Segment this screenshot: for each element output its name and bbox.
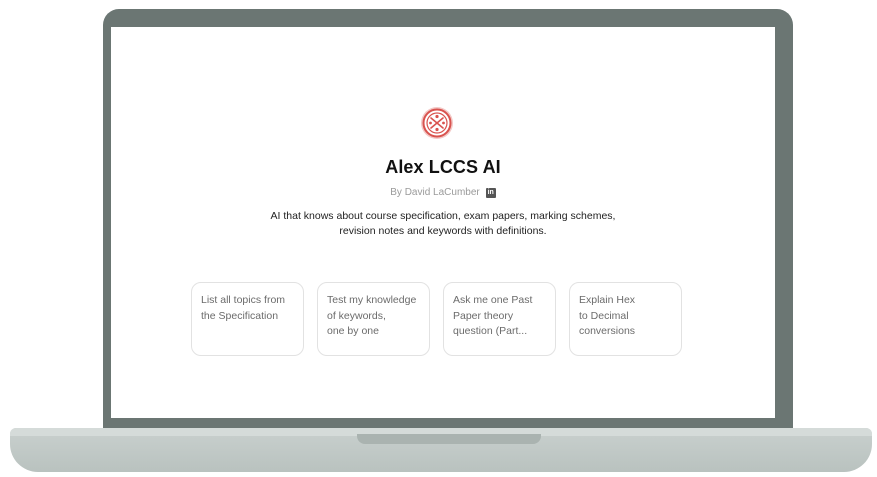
starter-card-hex-decimal[interactable]: Explain Hex to Decimal conversions (569, 282, 682, 356)
laptop-screen: Alex LCCS AI By David LaCumber in AI tha… (111, 27, 775, 418)
author-byline: By David LaCumber in (111, 187, 775, 198)
author-name: By David LaCumber (390, 187, 480, 198)
red-circular-emblem-icon (420, 106, 454, 140)
starter-card-keywords[interactable]: Test my knowledge of keywords, one by on… (317, 282, 430, 356)
gpt-title: Alex LCCS AI (385, 157, 501, 177)
gpt-description: AI that knows about course specification… (270, 210, 616, 237)
linkedin-icon[interactable]: in (485, 187, 496, 198)
conversation-starters: List all topics from the Specification T… (191, 282, 685, 358)
laptop-notch (357, 434, 541, 444)
laptop-mockup: Alex LCCS AI By David LaCumber in AI tha… (0, 0, 877, 477)
starter-card-topics[interactable]: List all topics from the Specification (191, 282, 304, 356)
starter-card-past-paper[interactable]: Ask me one Past Paper theory question (P… (443, 282, 556, 356)
gpt-landing: Alex LCCS AI By David LaCumber in AI tha… (111, 27, 775, 418)
